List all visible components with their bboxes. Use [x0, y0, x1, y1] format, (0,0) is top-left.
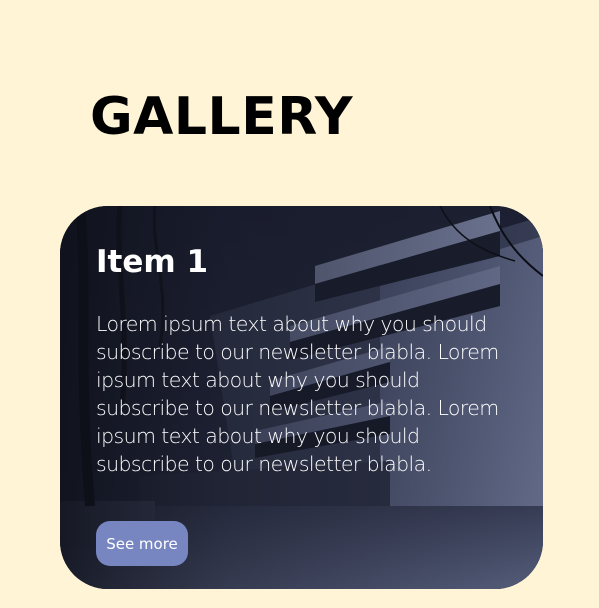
- see-more-button[interactable]: See more: [96, 521, 188, 566]
- page-title: GALLERY: [90, 87, 354, 147]
- card-title: Item 1: [96, 244, 209, 280]
- gallery-card: Item 1 Lorem ipsum text about why you sh…: [60, 206, 543, 589]
- card-content: Item 1 Lorem ipsum text about why you sh…: [96, 242, 516, 478]
- card-description: Lorem ipsum text about why you should su…: [96, 312, 499, 476]
